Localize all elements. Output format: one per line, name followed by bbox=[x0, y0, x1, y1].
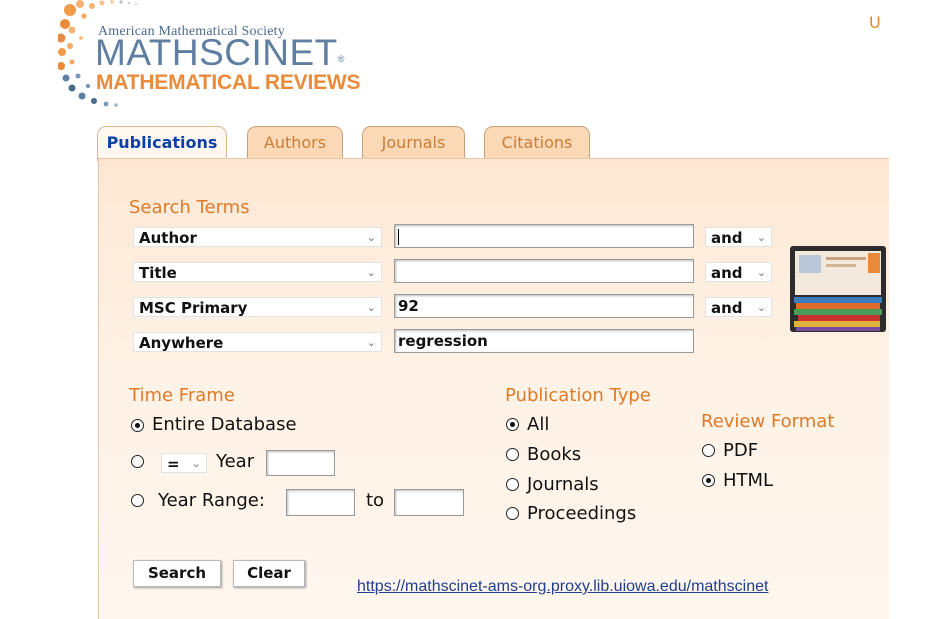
radio-unselected-icon[interactable] bbox=[702, 444, 715, 457]
search-button[interactable]: Search bbox=[133, 560, 221, 587]
mathematical-reviews-logo-text: MATHEMATICAL REVIEWS bbox=[96, 71, 361, 94]
publication-type-heading: Publication Type bbox=[505, 385, 651, 406]
search-input-4[interactable]: regression bbox=[394, 329, 694, 353]
clear-button[interactable]: Clear bbox=[233, 560, 305, 587]
operator-select-2[interactable]: and ⌄ bbox=[705, 262, 772, 282]
to-label: to bbox=[366, 490, 385, 511]
chevron-down-icon: ⌄ bbox=[366, 301, 376, 314]
radio-unselected-icon[interactable] bbox=[131, 494, 144, 507]
top-right-link-fragment[interactable]: U bbox=[869, 13, 881, 32]
mathscinet-logo-text: MATHSCINET® bbox=[95, 33, 345, 73]
field-select-2-value: Title bbox=[139, 264, 177, 282]
chevron-down-icon: ⌄ bbox=[191, 457, 201, 470]
field-select-2[interactable]: Title ⌄ bbox=[133, 262, 382, 282]
field-select-3[interactable]: MSC Primary ⌄ bbox=[133, 297, 382, 317]
radio-unselected-icon[interactable] bbox=[506, 478, 519, 491]
pubtype-journals-label: Journals bbox=[527, 474, 599, 495]
tab-citations[interactable]: Citations bbox=[484, 126, 590, 159]
field-select-4-value: Anywhere bbox=[139, 334, 224, 352]
pubtype-all-label: All bbox=[527, 414, 550, 435]
field-select-4[interactable]: Anywhere ⌄ bbox=[133, 332, 382, 352]
format-html-label: HTML bbox=[723, 470, 774, 491]
chevron-down-icon: ⌄ bbox=[756, 231, 766, 244]
format-pdf-label: PDF bbox=[723, 440, 759, 461]
radio-unselected-icon[interactable] bbox=[131, 455, 144, 468]
chevron-down-icon: ⌄ bbox=[366, 336, 376, 349]
books-laptop-image bbox=[790, 246, 886, 332]
operator-select-3[interactable]: and ⌄ bbox=[705, 297, 772, 317]
search-input-1[interactable] bbox=[394, 224, 694, 248]
operator-select-1[interactable]: and ⌄ bbox=[705, 227, 772, 247]
search-input-3[interactable]: 92 bbox=[394, 294, 694, 318]
product-name: MATHSCINET bbox=[95, 32, 338, 73]
year-operator-select[interactable]: = ⌄ bbox=[161, 453, 207, 473]
chevron-down-icon: ⌄ bbox=[366, 266, 376, 279]
chevron-down-icon: ⌄ bbox=[756, 266, 766, 279]
year-range-start-input[interactable] bbox=[286, 489, 355, 516]
registered-mark: ® bbox=[337, 54, 345, 64]
tab-journals[interactable]: Journals bbox=[362, 126, 465, 159]
radio-selected-icon[interactable] bbox=[131, 419, 144, 432]
year-label: Year bbox=[216, 451, 255, 472]
review-format-heading: Review Format bbox=[701, 411, 835, 432]
chevron-down-icon: ⌄ bbox=[756, 301, 766, 314]
year-range-label: Year Range: bbox=[158, 490, 265, 511]
year-range-end-input[interactable] bbox=[394, 489, 464, 516]
time-frame-heading: Time Frame bbox=[129, 385, 235, 406]
operator-select-2-value: and bbox=[711, 264, 743, 282]
search-terms-heading: Search Terms bbox=[129, 197, 250, 218]
entire-database-label: Entire Database bbox=[152, 414, 297, 435]
field-select-1-value: Author bbox=[139, 229, 197, 247]
pubtype-books-label: Books bbox=[527, 444, 582, 465]
chevron-down-icon: ⌄ bbox=[366, 231, 376, 244]
year-input[interactable] bbox=[266, 450, 335, 476]
year-operator-value: = bbox=[167, 455, 180, 473]
tab-authors[interactable]: Authors bbox=[247, 126, 343, 159]
field-select-1[interactable]: Author ⌄ bbox=[133, 227, 382, 247]
radio-unselected-icon[interactable] bbox=[506, 507, 519, 520]
pubtype-proceedings-label: Proceedings bbox=[527, 503, 637, 524]
text-cursor bbox=[398, 228, 399, 245]
operator-select-1-value: and bbox=[711, 229, 743, 247]
search-input-3-value: 92 bbox=[398, 297, 419, 315]
operator-select-3-value: and bbox=[711, 299, 743, 317]
tab-publications[interactable]: Publications bbox=[97, 126, 227, 161]
search-input-2[interactable] bbox=[394, 259, 694, 283]
field-select-3-value: MSC Primary bbox=[139, 299, 248, 317]
url-link[interactable]: https://mathscinet-ams-org.proxy.lib.uio… bbox=[357, 578, 768, 596]
radio-selected-icon[interactable] bbox=[702, 474, 715, 487]
radio-selected-icon[interactable] bbox=[506, 418, 519, 431]
radio-unselected-icon[interactable] bbox=[506, 448, 519, 461]
search-input-4-value: regression bbox=[398, 332, 488, 350]
